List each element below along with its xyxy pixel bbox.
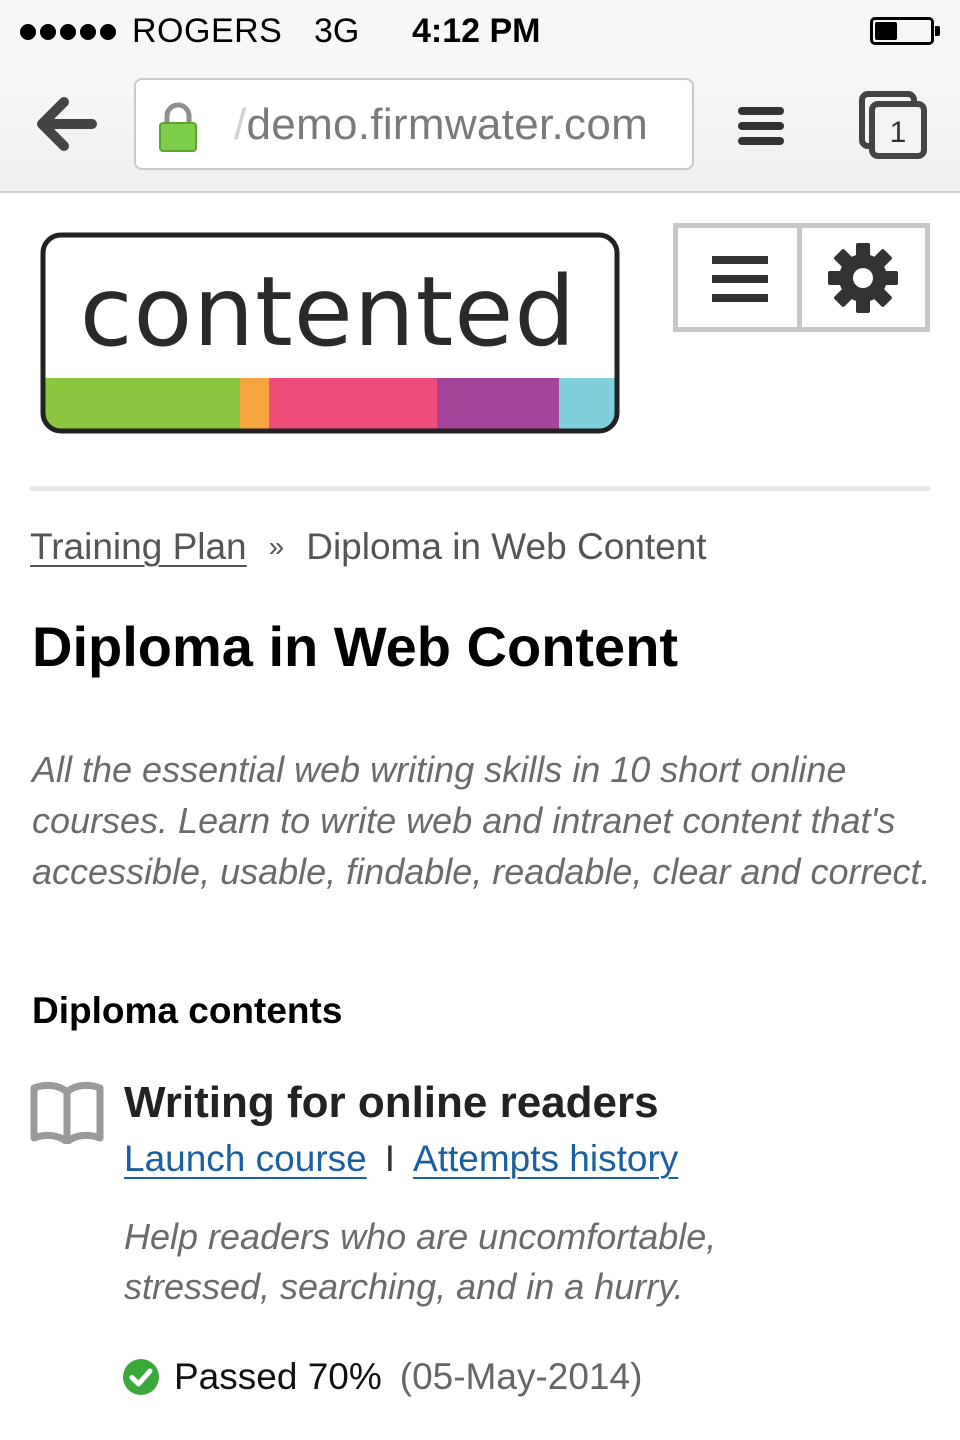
course-status: Passed 70% (05-May-2014): [122, 1356, 642, 1398]
tabs-icon: 1: [859, 91, 927, 159]
browser-menu-button[interactable]: [738, 106, 784, 146]
course-description: Help readers who are uncomfortable, stre…: [124, 1216, 717, 1307]
logo-graphic: contented: [40, 232, 620, 434]
back-button[interactable]: [34, 92, 98, 156]
status-bar: ROGERS 3G 4:12 PM: [0, 0, 960, 62]
network-type: 3G: [314, 12, 360, 50]
url-domain: demo.firmwater.com: [246, 100, 649, 149]
diploma-description: All the essential web writing skills in …: [32, 749, 931, 892]
attempts-history-link[interactable]: Attempts history: [413, 1138, 678, 1179]
logo-stripe: [437, 378, 559, 431]
gear-icon: [828, 243, 898, 313]
menu-icon: [738, 107, 784, 145]
breadcrumb-link-training-plan[interactable]: Training Plan: [30, 526, 247, 567]
logo-stripe: [43, 378, 240, 431]
back-arrow-icon: [37, 97, 97, 151]
book-icon: [30, 1081, 104, 1144]
link-separator: I: [384, 1138, 396, 1179]
site-menu-button[interactable]: [678, 228, 802, 327]
carrier-name: ROGERS: [132, 12, 283, 50]
browser-toolbar: /demo.firmwater.com 1: [0, 62, 960, 193]
site-navigation-group: [673, 223, 930, 332]
logo-text: contented: [80, 256, 577, 368]
battery-level: [875, 22, 897, 40]
url-prefix: /: [234, 100, 247, 149]
breadcrumb-separator: »: [268, 531, 285, 562]
logo-stripe: [240, 378, 269, 431]
course-title: Writing for online readers: [124, 1078, 659, 1127]
battery-icon: [870, 17, 940, 45]
address-bar[interactable]: /demo.firmwater.com: [134, 78, 694, 170]
breadcrumb-current: Diploma in Web Content: [306, 526, 707, 567]
logo-stripe: [269, 378, 437, 431]
status-result: Passed 70%: [174, 1356, 382, 1397]
page-title: Diploma in Web Content: [32, 615, 679, 678]
breadcrumb: Training Plan » Diploma in Web Content: [30, 526, 707, 568]
hamburger-icon: [712, 256, 768, 302]
lock-icon: [159, 102, 197, 152]
tabs-button[interactable]: 1: [858, 90, 928, 160]
contented-logo[interactable]: contented: [40, 232, 620, 436]
launch-course-link[interactable]: Launch course: [124, 1138, 367, 1179]
course-links: Launch course I Attempts history: [124, 1138, 678, 1180]
status-time: 4:12 PM: [412, 12, 541, 50]
section-heading: Diploma contents: [32, 990, 343, 1031]
header-divider: [30, 486, 930, 491]
url-text: /demo.firmwater.com: [234, 100, 648, 150]
status-date: (05-May-2014): [399, 1356, 643, 1397]
settings-button[interactable]: [802, 228, 925, 327]
tab-count: 1: [890, 116, 907, 149]
course-item: Writing for online readers Launch course…: [30, 1076, 930, 1416]
signal-strength-icon: [20, 24, 116, 40]
check-circle-icon: [123, 1359, 159, 1395]
